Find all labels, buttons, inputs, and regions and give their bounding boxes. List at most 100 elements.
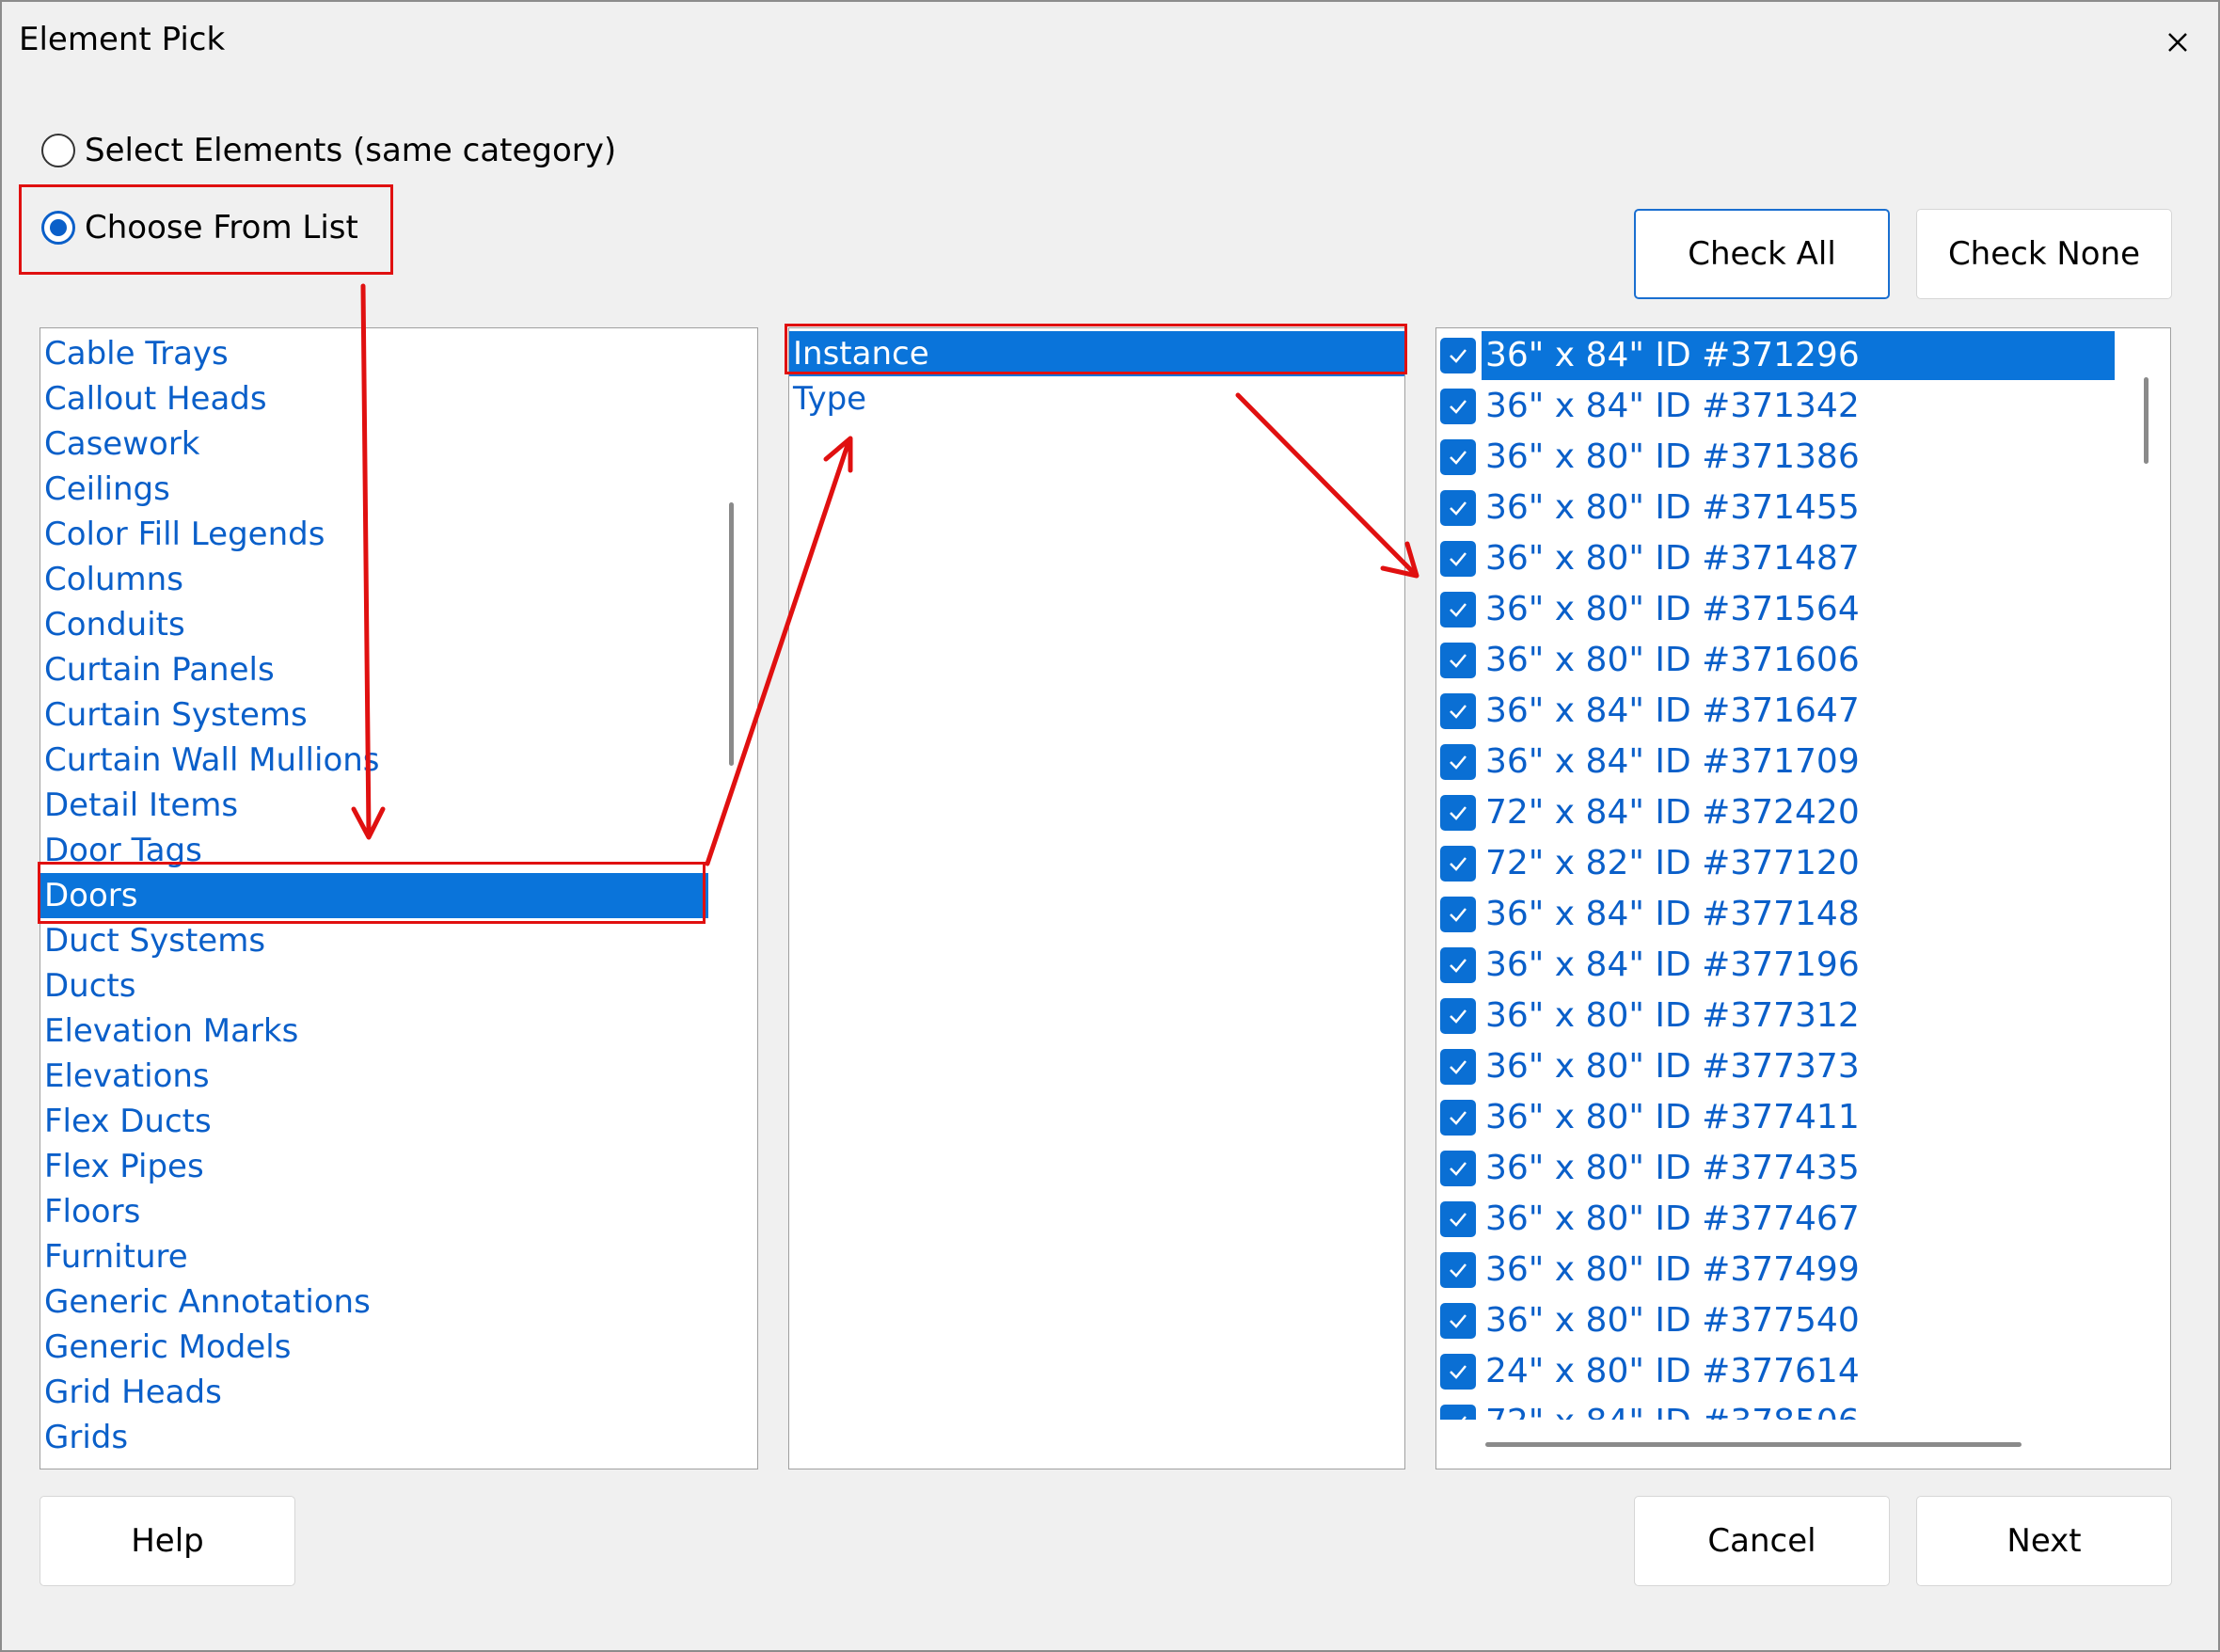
checkmark-icon: [1450, 400, 1467, 414]
element-label: 72" x 84" ID #378506: [1482, 1398, 1863, 1420]
element-list-item[interactable]: 36" x 84" ID #371709: [1436, 737, 2123, 787]
category-item[interactable]: Curtain Panels: [40, 647, 708, 692]
element-list-item[interactable]: 72" x 84" ID #378506: [1436, 1397, 2123, 1420]
checkmark-icon: [1450, 603, 1467, 617]
category-item[interactable]: Floors: [40, 1189, 708, 1234]
checkbox[interactable]: [1440, 592, 1476, 627]
category-item[interactable]: Conduits: [40, 602, 708, 647]
checkbox[interactable]: [1440, 490, 1476, 526]
next-button[interactable]: Next: [1916, 1496, 2172, 1586]
checkbox[interactable]: [1440, 693, 1476, 729]
checkmark-icon: [1450, 349, 1467, 363]
checkbox[interactable]: [1440, 998, 1476, 1034]
checkbox[interactable]: [1440, 643, 1476, 678]
element-list-item[interactable]: 36" x 80" ID #377312: [1436, 991, 2123, 1041]
category-item[interactable]: Callout Heads: [40, 376, 708, 421]
checkmark-icon: [1450, 1213, 1467, 1227]
window-title: Element Pick: [19, 21, 226, 58]
checkbox[interactable]: [1440, 947, 1476, 983]
category-item[interactable]: Ceilings: [40, 467, 708, 512]
checkbox[interactable]: [1440, 846, 1476, 882]
category-item[interactable]: Flex Ducts: [40, 1099, 708, 1144]
checkbox[interactable]: [1440, 1201, 1476, 1237]
element-pick-dialog: Element Pick Select Elements (same categ…: [0, 0, 2220, 1652]
category-item[interactable]: Generic Annotations: [40, 1279, 708, 1325]
element-list-item[interactable]: 36" x 80" ID #377540: [1436, 1295, 2123, 1346]
element-list-vertical-scrollbar[interactable]: [2144, 377, 2149, 464]
annotation-highlight-box: [785, 324, 1407, 374]
check-all-button[interactable]: Check All: [1634, 209, 1890, 299]
element-list-item[interactable]: 36" x 80" ID #377499: [1436, 1245, 2123, 1295]
kind-item-type[interactable]: Type: [789, 376, 1404, 421]
close-icon: [2168, 33, 2187, 52]
element-list-item[interactable]: 36" x 84" ID #377148: [1436, 889, 2123, 940]
element-list-item[interactable]: 36" x 80" ID #377435: [1436, 1143, 2123, 1194]
element-label: 36" x 80" ID #377411: [1485, 1098, 1860, 1136]
category-item[interactable]: Furniture: [40, 1234, 708, 1279]
category-list-scrollbar[interactable]: [729, 502, 734, 766]
category-item[interactable]: Duct Systems: [40, 918, 708, 963]
kind-list[interactable]: Instance Type: [788, 327, 1405, 1469]
category-item[interactable]: Detail Items: [40, 783, 708, 828]
element-list-item[interactable]: 72" x 82" ID #377120: [1436, 838, 2123, 889]
radio-button[interactable]: [41, 134, 75, 167]
checkbox[interactable]: [1440, 1303, 1476, 1339]
element-list-item[interactable]: 72" x 84" ID #372420: [1436, 787, 2123, 838]
category-item[interactable]: Ducts: [40, 963, 708, 1009]
element-label: 36" x 80" ID #371564: [1485, 590, 1860, 628]
category-item[interactable]: Curtain Wall Mullions: [40, 738, 708, 783]
element-list-item[interactable]: 36" x 84" ID #371296: [1436, 330, 2123, 381]
checkbox[interactable]: [1440, 338, 1476, 373]
element-list-item[interactable]: 36" x 80" ID #377373: [1436, 1041, 2123, 1092]
element-list-item[interactable]: 36" x 80" ID #371487: [1436, 533, 2123, 584]
element-label: 36" x 80" ID #371487: [1485, 539, 1860, 578]
checkbox[interactable]: [1440, 897, 1476, 932]
checkbox[interactable]: [1440, 1151, 1476, 1186]
checkbox[interactable]: [1440, 795, 1476, 831]
element-list-item[interactable]: 36" x 84" ID #377196: [1436, 940, 2123, 991]
element-label: 36" x 80" ID #377373: [1485, 1047, 1860, 1086]
checkbox[interactable]: [1440, 1100, 1476, 1136]
category-item[interactable]: Elevation Marks: [40, 1009, 708, 1054]
category-item[interactable]: Elevations: [40, 1054, 708, 1099]
category-item[interactable]: Curtain Systems: [40, 692, 708, 738]
element-list-horizontal-scrollbar[interactable]: [1485, 1442, 2022, 1447]
element-list-item[interactable]: 36" x 80" ID #377467: [1436, 1194, 2123, 1245]
category-item[interactable]: Grids: [40, 1415, 708, 1460]
category-item[interactable]: Generic Models: [40, 1325, 708, 1370]
checkbox[interactable]: [1440, 1049, 1476, 1085]
help-button[interactable]: Help: [40, 1496, 295, 1586]
category-item[interactable]: Grid Heads: [40, 1370, 708, 1415]
element-label: 24" x 80" ID #377614: [1485, 1352, 1860, 1390]
category-item[interactable]: Color Fill Legends: [40, 512, 708, 557]
cancel-button[interactable]: Cancel: [1634, 1496, 1890, 1586]
checkbox[interactable]: [1440, 744, 1476, 780]
checkbox[interactable]: [1440, 541, 1476, 577]
checkbox[interactable]: [1440, 1354, 1476, 1390]
radio-select-elements[interactable]: Select Elements (same category): [41, 132, 616, 169]
element-label: 36" x 84" ID #371296: [1482, 331, 2115, 380]
element-list[interactable]: 36" x 84" ID #371296 36" x 84" ID #371342…: [1435, 327, 2171, 1469]
checkbox[interactable]: [1440, 389, 1476, 424]
element-label: 36" x 84" ID #371647: [1485, 691, 1860, 730]
element-list-item[interactable]: 36" x 80" ID #371386: [1436, 432, 2123, 483]
element-list-item[interactable]: 36" x 84" ID #371647: [1436, 686, 2123, 737]
element-list-item[interactable]: 36" x 80" ID #371455: [1436, 483, 2123, 533]
check-none-button[interactable]: Check None: [1916, 209, 2172, 299]
category-item[interactable]: Cable Trays: [40, 331, 708, 376]
element-list-item[interactable]: 36" x 80" ID #377411: [1436, 1092, 2123, 1143]
checkbox[interactable]: [1440, 1405, 1476, 1420]
category-item[interactable]: Casework: [40, 421, 708, 467]
element-list-item[interactable]: 24" x 80" ID #377614: [1436, 1346, 2123, 1397]
element-list-item[interactable]: 36" x 84" ID #371342: [1436, 381, 2123, 432]
checkmark-icon: [1450, 501, 1467, 516]
checkbox[interactable]: [1440, 1252, 1476, 1288]
close-button[interactable]: [2152, 21, 2199, 64]
category-item[interactable]: Columns: [40, 557, 708, 602]
element-list-item[interactable]: 36" x 80" ID #371564: [1436, 584, 2123, 635]
checkbox[interactable]: [1440, 439, 1476, 475]
category-item[interactable]: Flex Pipes: [40, 1144, 708, 1189]
element-list-item[interactable]: 36" x 80" ID #371606: [1436, 635, 2123, 686]
checkmark-icon: [1450, 806, 1467, 820]
title-bar: Element Pick: [2, 2, 2218, 87]
